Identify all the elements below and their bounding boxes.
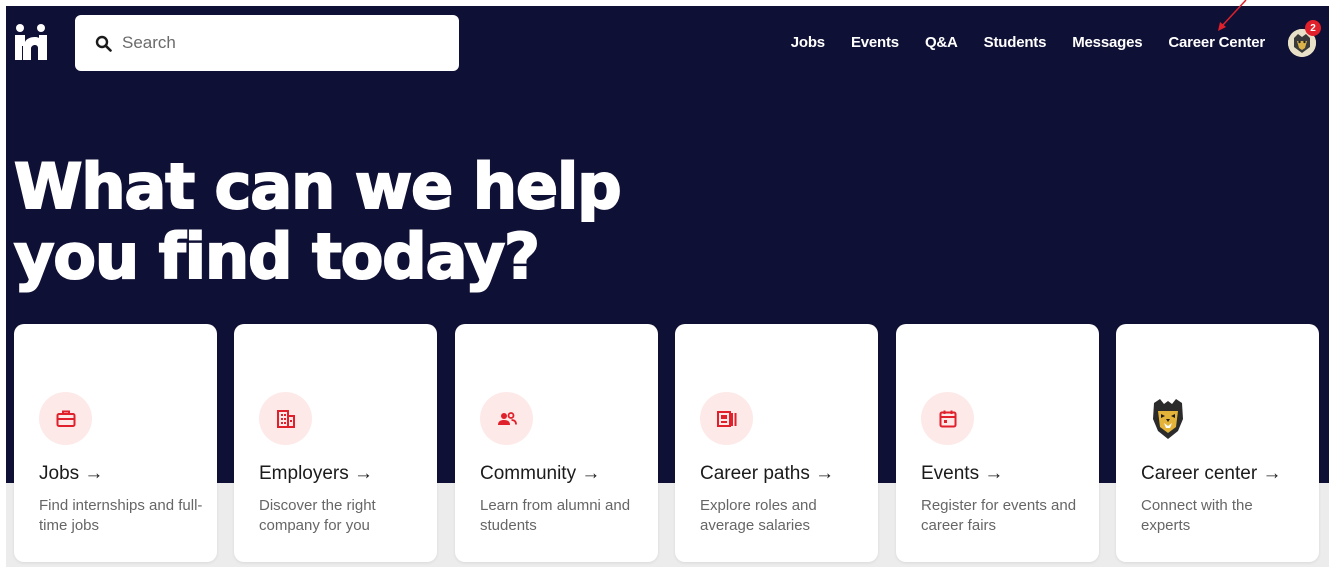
card-employers[interactable]: Employers → Discover the right company f… xyxy=(234,324,437,562)
card-title[interactable]: Employers → xyxy=(259,463,373,485)
page-headline: What can we help you find today? xyxy=(13,150,623,293)
card-title[interactable]: Events → xyxy=(921,463,1003,485)
search-bar[interactable] xyxy=(75,15,459,71)
search-input[interactable] xyxy=(122,33,442,53)
nav-jobs[interactable]: Jobs xyxy=(791,34,825,51)
card-icon-circle xyxy=(1141,392,1194,445)
card-events[interactable]: Events → Register for events and career … xyxy=(896,324,1099,562)
nav-events[interactable]: Events xyxy=(851,34,899,51)
card-community[interactable]: Community → Learn from alumni and studen… xyxy=(455,324,658,562)
card-description: Connect with the experts xyxy=(1141,497,1253,534)
headline-line-1: What can we help xyxy=(13,150,623,223)
card-title[interactable]: Community → xyxy=(480,463,600,485)
headline-line-2: you find today? xyxy=(13,220,541,293)
card-icon-circle xyxy=(259,392,312,445)
card-description: Register for events and career fairs xyxy=(921,497,1077,534)
people-icon xyxy=(497,411,517,425)
card-icon-circle xyxy=(700,392,753,445)
card-description: Find internships and full-time jobs xyxy=(39,497,203,534)
card-description: Learn from alumni and students xyxy=(480,497,631,534)
nav-career-center[interactable]: Career Center xyxy=(1168,34,1265,51)
card-jobs[interactable]: Jobs → Find internships and full-time jo… xyxy=(14,324,217,562)
notification-badge: 2 xyxy=(1305,20,1321,36)
card-title[interactable]: Career center → xyxy=(1141,463,1281,485)
frame-border-right xyxy=(1329,0,1333,567)
card-icon-circle xyxy=(39,392,92,445)
annotation-arrow-icon xyxy=(1218,0,1247,31)
building-icon xyxy=(276,409,295,428)
briefcase-icon xyxy=(56,410,75,427)
handshake-logo-icon[interactable] xyxy=(14,24,48,60)
nav-messages[interactable]: Messages xyxy=(1072,34,1142,51)
card-description: Discover the right company for you xyxy=(259,497,376,534)
card-icon-circle xyxy=(921,392,974,445)
card-title[interactable]: Jobs → xyxy=(39,463,103,485)
top-nav: Jobs Events Q&A Students Messages Career… xyxy=(765,34,1265,51)
nav-qa[interactable]: Q&A xyxy=(925,34,958,51)
card-title[interactable]: Career paths → xyxy=(700,463,834,485)
card-career-paths[interactable]: Career paths → Explore roles and average… xyxy=(675,324,878,562)
card-career-center[interactable]: Career center → Connect with the experts xyxy=(1116,324,1319,562)
tiger-mascot-icon xyxy=(1152,398,1183,439)
calendar-icon xyxy=(939,410,956,427)
card-description: Explore roles and average salaries xyxy=(700,497,817,534)
user-avatar[interactable]: 2 xyxy=(1288,20,1321,57)
id-card-icon xyxy=(716,410,736,427)
card-icon-circle xyxy=(480,392,533,445)
search-icon xyxy=(95,35,112,52)
nav-students[interactable]: Students xyxy=(984,34,1047,51)
frame-border-left xyxy=(0,0,6,567)
